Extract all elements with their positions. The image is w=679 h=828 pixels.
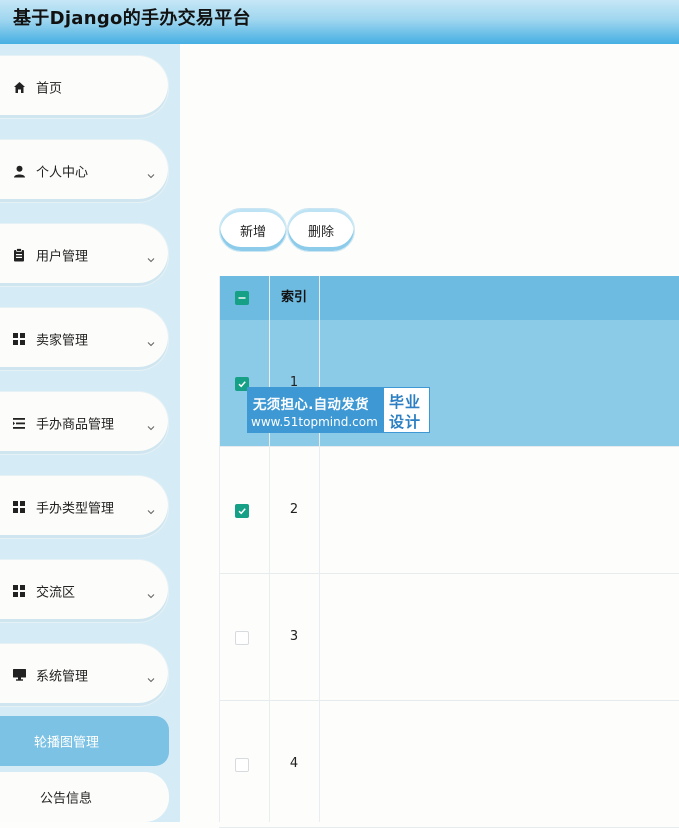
chevron-down-icon <box>146 334 156 347</box>
sidebar-item-personal-center[interactable]: 个人中心 <box>0 140 168 202</box>
column-header-index[interactable]: 索引 <box>269 276 319 320</box>
app-header: 基于Django的手办交易平台 <box>0 0 679 44</box>
sidebar-item-label: 手办类型管理 <box>36 501 115 517</box>
watermark-url: www.51topmind.com <box>251 415 378 429</box>
chevron-down-icon <box>146 502 156 515</box>
sidebar-item-label: 手办商品管理 <box>36 417 115 433</box>
row-checkbox[interactable] <box>235 631 249 645</box>
table-row[interactable]: 4 <box>219 701 679 828</box>
sidebar-subitem-label: 轮播图管理 <box>34 735 100 751</box>
row-index: 4 <box>289 756 299 771</box>
chevron-down-icon <box>146 670 156 683</box>
row-index: 2 <box>289 502 299 517</box>
sidebar-item-seller-management[interactable]: 卖家管理 <box>0 308 168 370</box>
sidebar-item-label: 首页 <box>36 81 63 97</box>
chevron-down-icon <box>146 418 156 431</box>
sidebar-item-system-management[interactable]: 系统管理 <box>0 644 168 706</box>
table-border-left <box>219 276 220 822</box>
user-icon <box>12 164 26 178</box>
sidebar-item-label: 交流区 <box>36 585 76 601</box>
sidebar-item-label: 卖家管理 <box>36 333 89 349</box>
row-checkbox[interactable] <box>235 758 249 772</box>
sidebar-subitem-carousel-management[interactable]: 轮播图管理 <box>0 716 169 766</box>
grid-icon <box>12 500 26 514</box>
watermark-overlay: 无须担心.自动发货 www.51topmind.com 毕业 设计 <box>247 387 430 433</box>
sidebar-item-product-management[interactable]: 手办商品管理 <box>0 392 168 454</box>
chevron-down-icon <box>146 166 156 179</box>
sidebar: 首页 个人中心 用户管理 卖家管理 手办商品管理 手办类型管理 交流区 系统管理… <box>0 44 180 822</box>
home-icon <box>12 80 26 94</box>
sidebar-item-user-management[interactable]: 用户管理 <box>0 224 168 286</box>
delete-button[interactable]: 删除 <box>287 208 355 252</box>
watermark-badge: 毕业 设计 <box>383 387 430 433</box>
list-icon <box>12 416 26 430</box>
table-row[interactable]: 2 <box>219 447 679 574</box>
row-index: 3 <box>289 629 299 644</box>
sidebar-item-forum[interactable]: 交流区 <box>0 560 168 622</box>
table-row[interactable]: 3 <box>219 574 679 701</box>
column-divider <box>269 276 270 822</box>
monitor-icon <box>12 668 26 682</box>
sidebar-subitem-announcements[interactable]: 公告信息 <box>0 772 169 822</box>
table-header: 索引 <box>219 276 679 320</box>
app-title: 基于Django的手办交易平台 <box>13 8 251 29</box>
grid-icon <box>12 332 26 346</box>
add-button[interactable]: 新增 <box>219 208 287 252</box>
grid-icon <box>12 584 26 598</box>
watermark-panel: 无须担心.自动发货 www.51topmind.com <box>247 387 383 433</box>
clipboard-icon <box>12 248 26 262</box>
sidebar-subitem-label: 公告信息 <box>40 791 93 807</box>
row-checkbox[interactable] <box>235 504 249 518</box>
sidebar-item-label: 用户管理 <box>36 249 89 265</box>
chevron-down-icon <box>146 250 156 263</box>
sidebar-item-label: 系统管理 <box>36 669 89 685</box>
sidebar-item-type-management[interactable]: 手办类型管理 <box>0 476 168 538</box>
select-all-checkbox[interactable] <box>235 291 249 305</box>
watermark-badge-line2: 设计 <box>389 413 422 431</box>
column-divider <box>319 276 320 822</box>
chevron-down-icon <box>146 586 156 599</box>
watermark-slogan: 无须担心.自动发货 <box>253 397 369 413</box>
sidebar-item-home[interactable]: 首页 <box>0 56 168 118</box>
watermark-badge-line1: 毕业 <box>389 393 422 411</box>
sidebar-item-label: 个人中心 <box>36 165 89 181</box>
